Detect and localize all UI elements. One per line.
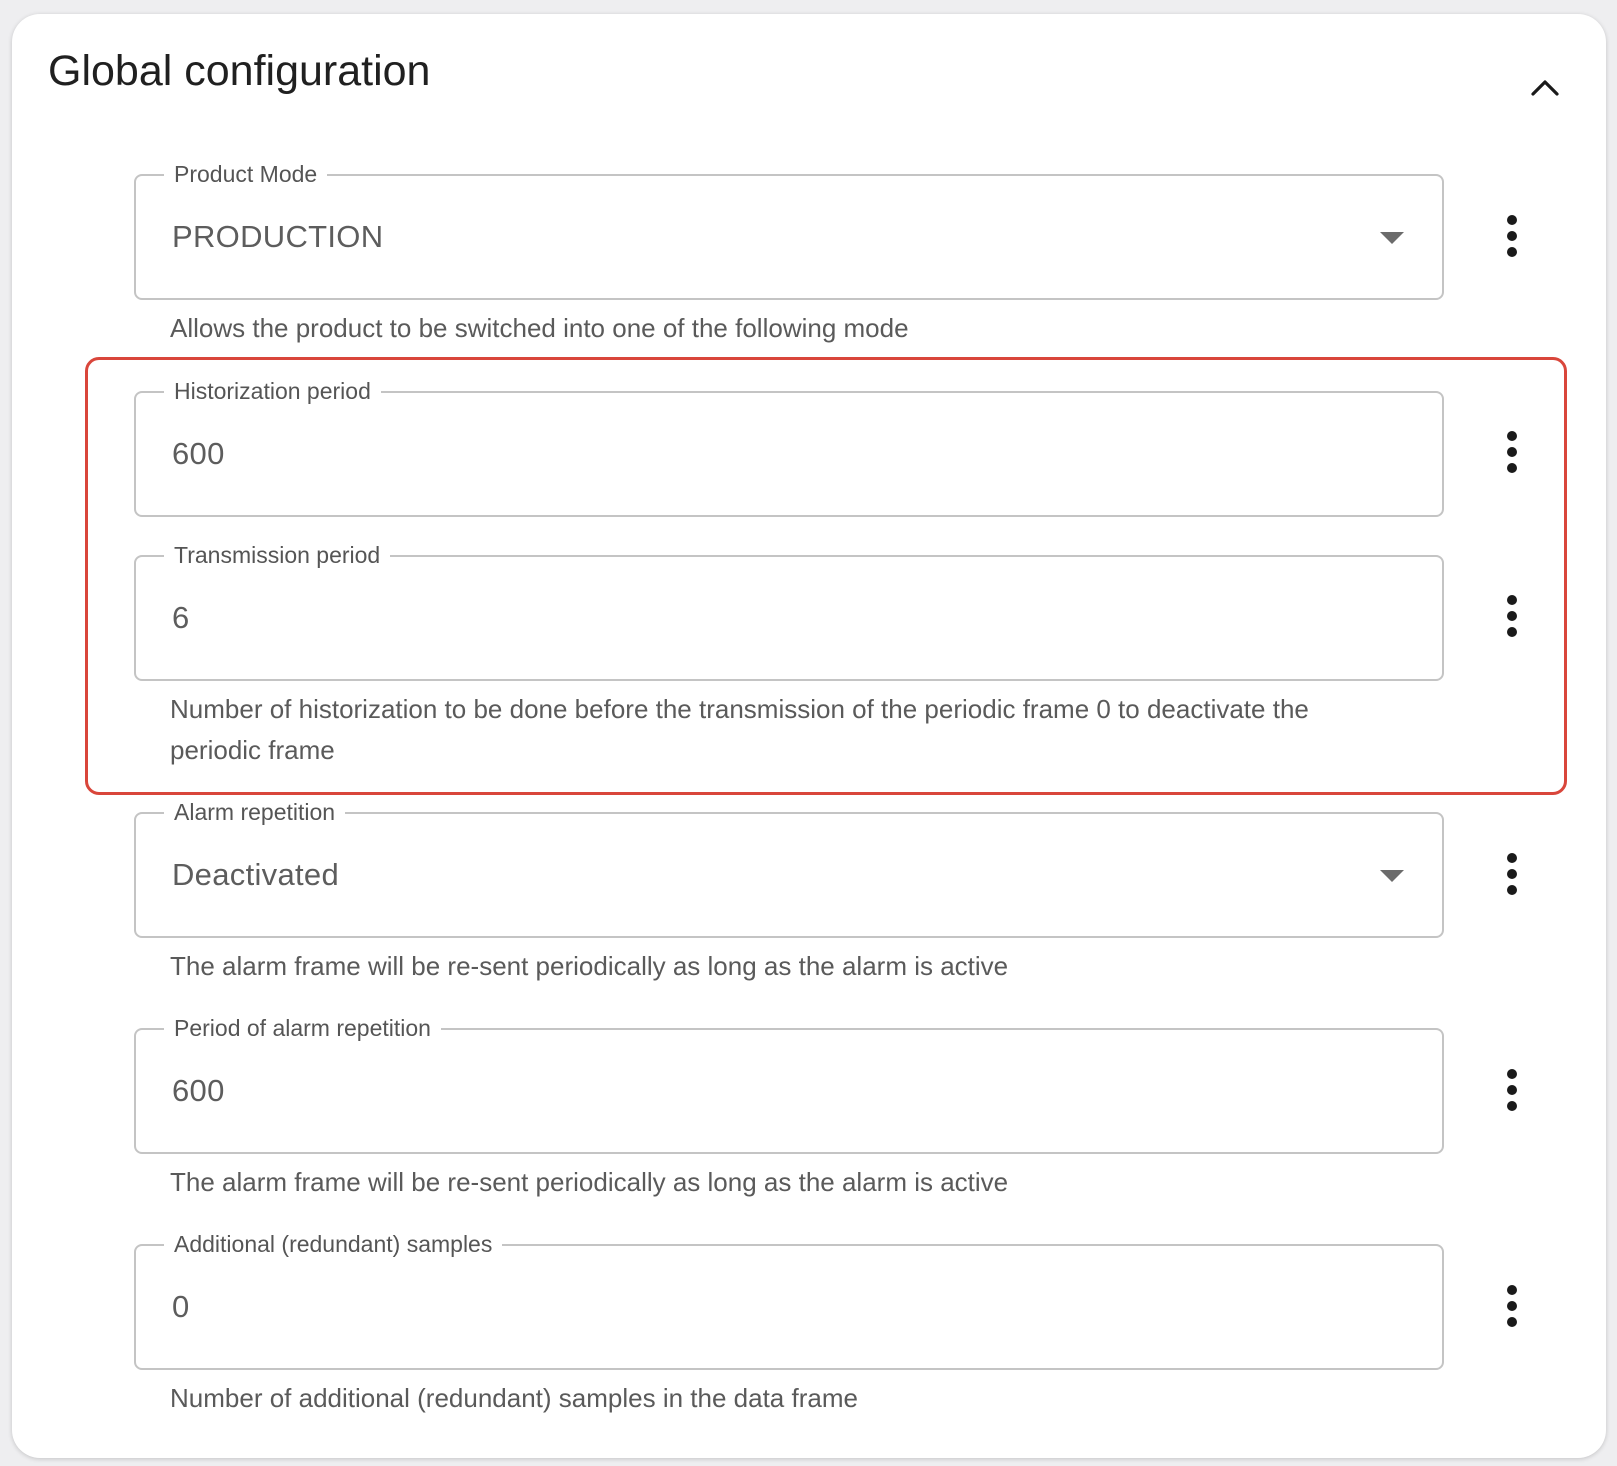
- additional-samples-value: 0: [172, 1289, 190, 1324]
- collapse-button[interactable]: [1522, 64, 1568, 110]
- product-mode-helper: Allows the product to be switched into o…: [170, 313, 909, 343]
- more-vertical-icon: [1507, 1285, 1517, 1295]
- panel-title: Global configuration: [48, 47, 431, 95]
- alarm-repetition-value: Deactivated: [172, 857, 340, 892]
- product-mode-more-button[interactable]: [1488, 204, 1536, 268]
- chevron-up-icon: [1531, 80, 1559, 96]
- dropdown-arrow-icon: [1380, 870, 1404, 882]
- alarm-repetition-helper: The alarm frame will be re-sent periodic…: [170, 951, 1009, 981]
- dropdown-arrow-icon: [1380, 232, 1404, 244]
- more-vertical-icon: [1507, 431, 1517, 441]
- historization-period-more-button[interactable]: [1488, 420, 1536, 484]
- product-mode-select[interactable]: Product Mode PRODUCTION: [134, 160, 1444, 300]
- alarm-repetition-more-button[interactable]: [1488, 842, 1536, 906]
- transmission-period-input[interactable]: Transmission period 6: [134, 541, 1444, 681]
- additional-samples-input[interactable]: Additional (redundant) samples 0: [134, 1230, 1444, 1370]
- additional-samples-label: Additional (redundant) samples: [164, 1230, 503, 1258]
- global-configuration-panel: Global configuration Product Mode PRODUC…: [12, 14, 1606, 1458]
- more-vertical-icon: [1507, 853, 1517, 863]
- more-vertical-icon: [1507, 1069, 1517, 1079]
- period-of-alarm-repetition-helper: The alarm frame will be re-sent periodic…: [170, 1167, 1009, 1197]
- transmission-period-helper: Number of historization to be done befor…: [170, 694, 1309, 765]
- additional-samples-more-button[interactable]: [1488, 1274, 1536, 1338]
- historization-period-input[interactable]: Historization period 600: [134, 377, 1444, 517]
- period-of-alarm-repetition-value: 600: [172, 1073, 225, 1108]
- more-vertical-icon: [1507, 595, 1517, 605]
- alarm-repetition-select[interactable]: Alarm repetition Deactivated: [134, 798, 1444, 938]
- additional-samples-helper: Number of additional (redundant) samples…: [170, 1383, 858, 1413]
- period-of-alarm-repetition-input[interactable]: Period of alarm repetition 600: [134, 1014, 1444, 1154]
- product-mode-value: PRODUCTION: [172, 219, 384, 254]
- period-of-alarm-repetition-more-button[interactable]: [1488, 1058, 1536, 1122]
- transmission-period-value: 6: [172, 600, 190, 635]
- more-vertical-icon: [1507, 215, 1517, 225]
- transmission-period-more-button[interactable]: [1488, 584, 1536, 648]
- transmission-period-label: Transmission period: [164, 541, 391, 569]
- historization-period-value: 600: [172, 436, 225, 471]
